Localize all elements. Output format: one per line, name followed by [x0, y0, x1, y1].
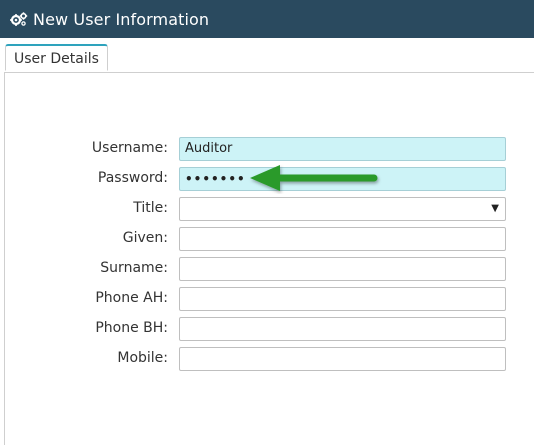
dropdown-caret-icon[interactable]: ▼ [491, 198, 499, 220]
phone-bh-row: Phone BH: [0, 317, 534, 341]
password-label: Password: [97, 170, 168, 186]
title-row: Title: ▼ [0, 197, 534, 221]
title-select[interactable]: ▼ [179, 197, 506, 221]
title-label: Title: [133, 200, 168, 216]
phone-ah-label: Phone AH: [95, 290, 168, 306]
window-title: New User Information [33, 9, 210, 29]
mobile-input[interactable] [179, 347, 506, 371]
window-titlebar: New User Information [0, 0, 534, 38]
surname-input[interactable] [179, 257, 506, 281]
given-label: Given: [122, 230, 168, 246]
tab-strip: User Details [4, 44, 534, 73]
cogs-icon [10, 12, 28, 26]
username-input[interactable]: Auditor [179, 137, 506, 161]
username-row: Username: Auditor [0, 137, 534, 161]
phone-bh-label: Phone BH: [95, 320, 168, 336]
mobile-row: Mobile: [0, 347, 534, 371]
phone-ah-row: Phone AH: [0, 287, 534, 311]
green-arrow-annotation-icon [250, 165, 378, 191]
surname-label: Surname: [100, 260, 168, 276]
phone-ah-input[interactable] [179, 287, 506, 311]
given-row: Given: [0, 227, 534, 251]
surname-row: Surname: [0, 257, 534, 281]
phone-bh-input[interactable] [179, 317, 506, 341]
given-input[interactable] [179, 227, 506, 251]
tab-user-details[interactable]: User Details [5, 44, 108, 71]
mobile-label: Mobile: [117, 350, 168, 366]
username-label: Username: [91, 140, 168, 156]
